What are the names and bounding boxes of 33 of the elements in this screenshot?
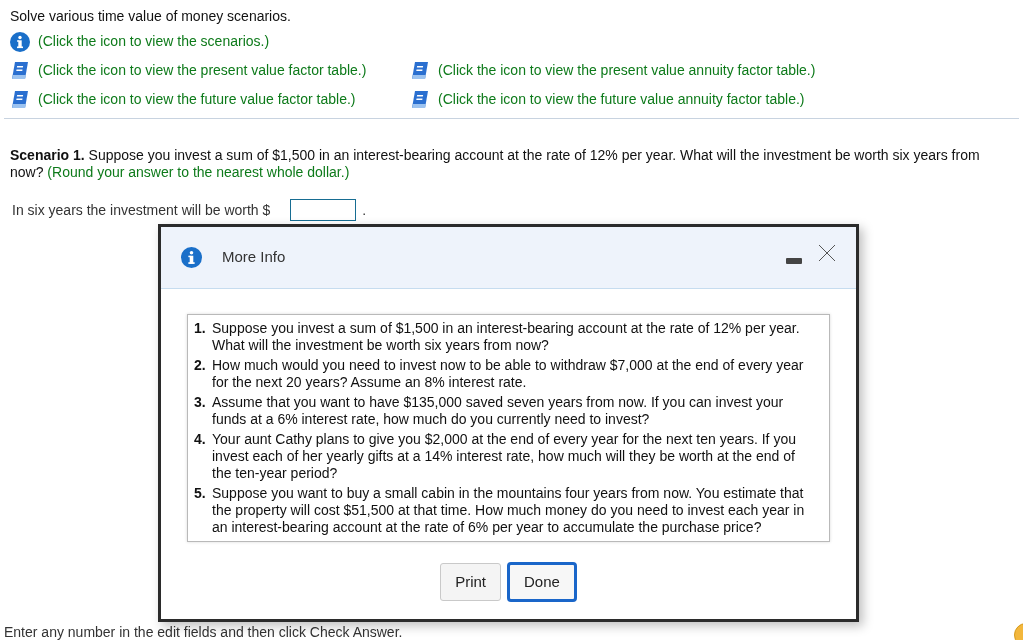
instruction-link[interactable]: (Click the icon to view the scenarios.)	[38, 31, 270, 52]
item-number: 1.	[194, 320, 207, 338]
item-number: 3.	[194, 394, 207, 412]
item-number: 4.	[194, 431, 207, 449]
info-icon[interactable]	[181, 247, 202, 268]
answer-field[interactable]	[290, 199, 357, 221]
footer-text: Enter any number in the edit fields and then click Check Answer.	[4, 624, 403, 640]
instruction-link[interactable]: (Click the icon to view the present value factor table.)	[38, 60, 367, 81]
scenario-item-text: How much would you need to invest now to be able to withdraw $7,000 at the end of every year for the next 20 years? Assume an 8% interest rate.	[212, 357, 805, 391]
item-number: 5.	[194, 485, 207, 503]
instruction-link[interactable]: (Click the icon to view the future value annuity factor table.)	[438, 89, 805, 110]
answer-label: In six years the investment will be worth $	[12, 200, 271, 220]
scenario-item-text: Suppose you want to buy a small cabin in the mountains four years from now. You estimate that the property will cost $51,500 at that time. How much money do you need to invest each year in an interest-bearing account at the rate of 6% per year to accumulate the purchase price?	[212, 485, 806, 536]
dialog-button[interactable]: Done	[507, 562, 577, 602]
close-button[interactable]	[818, 243, 836, 262]
book-icon[interactable]	[10, 89, 30, 110]
period-text: .	[362, 200, 367, 220]
close-icon	[818, 243, 836, 262]
scenario-item-text: Suppose you invest a sum of $1,500 in an interest-bearing account at the rate of 12% per year. What will the investment be worth six years from now?	[212, 320, 801, 354]
instructions-text: Solve various time value of money scenarios.	[10, 7, 292, 26]
book-icon[interactable]	[410, 89, 430, 110]
minimize-button[interactable]	[786, 257, 802, 264]
dialog-title: More Info	[222, 247, 286, 268]
scenario-text: Scenario 1. Suppose you invest a sum of $1,500 in an interest-bearing account at the rate of 12% per year. What will the investment be worth six years from now? (Round your answer to the nearest whole dollar.)	[10, 147, 981, 181]
book-icon[interactable]	[10, 60, 30, 81]
scenario-item-text: Your aunt Cathy plans to give you $2,000 at the end of every year for the next ten years. If you invest each of her yearly gifts at a 14% interest rate, how much will they be worth at the end of the ten-year period?	[212, 431, 797, 482]
dialog-button[interactable]: Print	[440, 563, 501, 601]
info-icon[interactable]	[10, 31, 30, 52]
instruction-link[interactable]: (Click the icon to view the future value factor table.)	[38, 89, 356, 110]
scenario-item-text: Assume that you want to have $135,000 saved seven years from now. If you can invest your funds at a 6% interest rate, how much do you currently need to invest?	[212, 394, 785, 428]
book-icon[interactable]	[410, 60, 430, 81]
instruction-link[interactable]: (Click the icon to view the present value annuity factor table.)	[438, 60, 816, 81]
item-number: 2.	[194, 357, 207, 375]
